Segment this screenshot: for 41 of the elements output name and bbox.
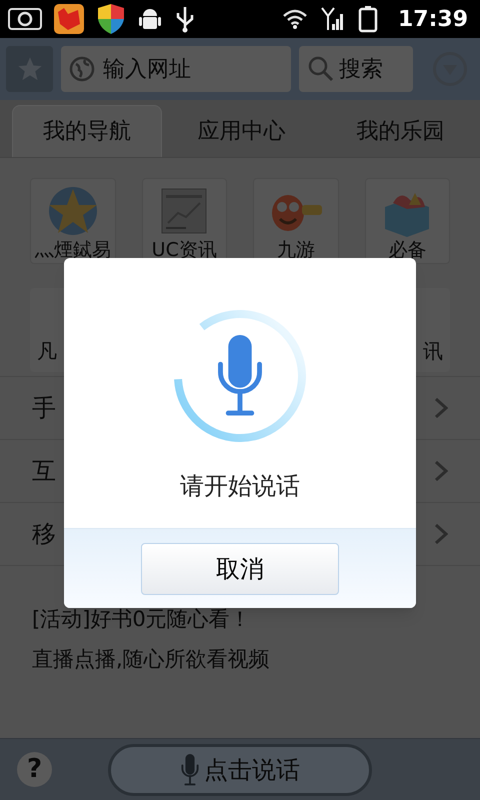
speak-button[interactable]: 点击说话 bbox=[108, 744, 372, 796]
search-bar[interactable]: 搜索 bbox=[299, 46, 413, 92]
tile-label: 灬煙鋱易 bbox=[34, 239, 111, 263]
address-field[interactable]: 输入网址 bbox=[103, 52, 283, 86]
clock-time: 17:39 bbox=[398, 6, 468, 34]
search-icon bbox=[307, 55, 335, 83]
chevron-right-icon bbox=[434, 523, 448, 545]
microphone-icon bbox=[180, 754, 200, 786]
news-link[interactable]: 直播点播,随心所欲看视频 bbox=[32, 644, 448, 675]
camera-icon bbox=[8, 7, 42, 31]
row-label: 移 bbox=[32, 519, 56, 550]
shield-icon bbox=[96, 2, 126, 36]
usb-icon bbox=[174, 5, 196, 33]
address-bar[interactable]: 输入网址 bbox=[61, 46, 291, 92]
chevron-right-icon bbox=[434, 397, 448, 419]
shortcut-tile[interactable]: 讯 bbox=[416, 288, 450, 372]
wifi-icon bbox=[282, 8, 308, 30]
bookmark-button[interactable] bbox=[6, 46, 53, 92]
news-link[interactable]: [活动]好书0元随心看！ bbox=[32, 604, 448, 636]
star-icon bbox=[16, 55, 44, 83]
microphone-icon bbox=[216, 335, 264, 417]
tab[interactable]: 我的导航 bbox=[12, 105, 162, 157]
signal-icon bbox=[320, 6, 346, 32]
tile-label: 九游 bbox=[276, 239, 315, 263]
row-label: 互 bbox=[32, 456, 56, 487]
search-field[interactable]: 搜索 bbox=[339, 52, 405, 86]
tile-label: UC资讯 bbox=[152, 239, 217, 263]
android-icon bbox=[138, 6, 162, 32]
row-label: 手 bbox=[32, 393, 56, 424]
cancel-button[interactable]: 取消 bbox=[141, 542, 339, 594]
prompt-text: 请开始说话 bbox=[180, 471, 300, 502]
tile-label: 必备 bbox=[388, 239, 426, 263]
tab[interactable]: 应用中心 bbox=[162, 105, 321, 157]
help-button[interactable]: ? bbox=[17, 752, 52, 787]
globe-icon bbox=[69, 56, 95, 82]
shortcut-tile[interactable]: 必备 bbox=[364, 178, 450, 264]
chevron-right-icon bbox=[434, 460, 448, 482]
battery-icon bbox=[358, 5, 378, 33]
shortcut-tile[interactable]: 灬煙鋱易 bbox=[30, 178, 116, 264]
shortcut-tile[interactable]: 凡 bbox=[30, 288, 64, 372]
tab[interactable]: 我的乐园 bbox=[321, 105, 480, 157]
